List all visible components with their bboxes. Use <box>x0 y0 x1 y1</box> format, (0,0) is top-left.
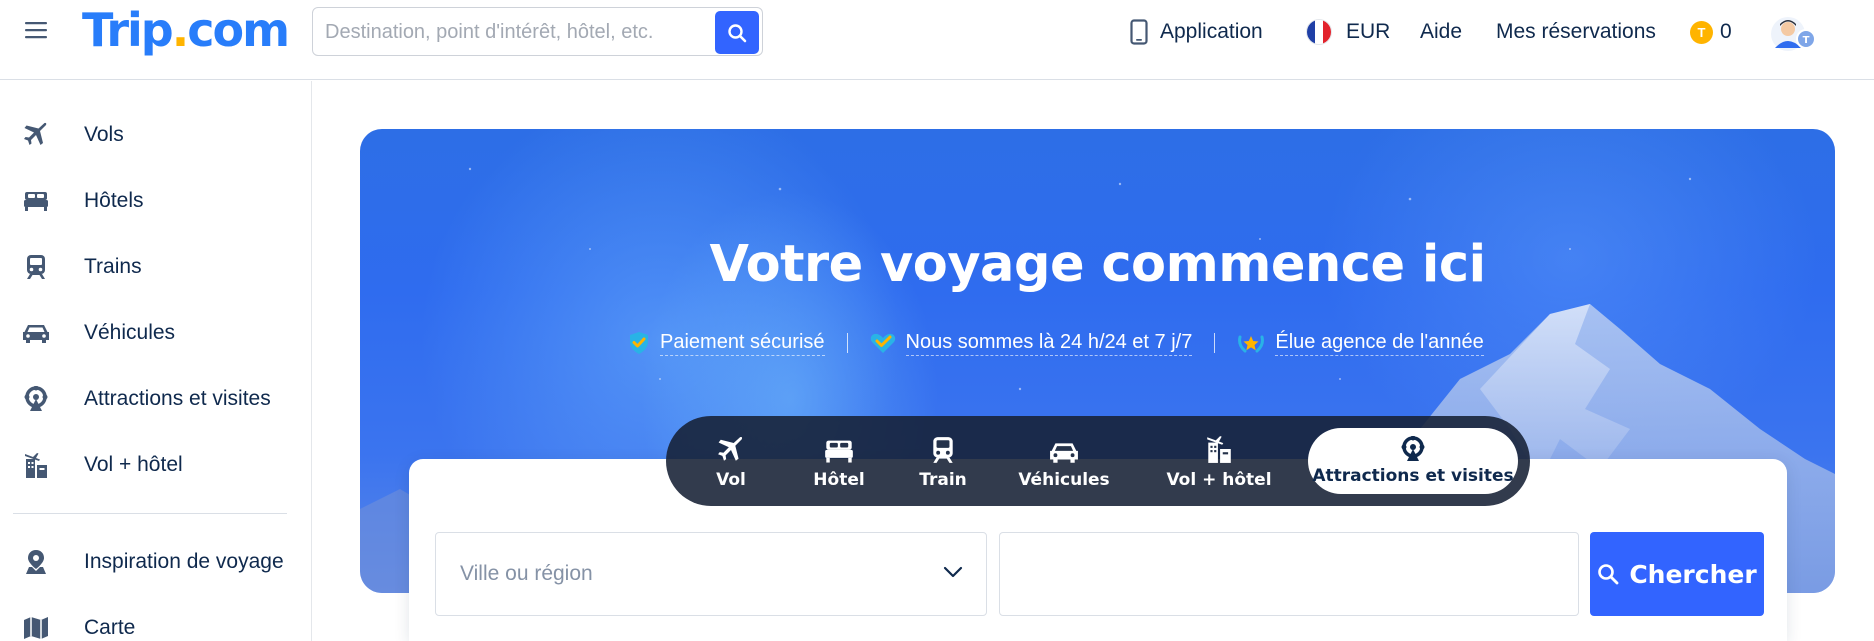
nav-currency-label: EUR <box>1346 20 1391 43</box>
sidebar-item-hotels[interactable]: Hôtels <box>0 181 311 221</box>
global-search-button[interactable] <box>715 11 759 54</box>
sidebar-item-label: Vols <box>84 123 124 146</box>
flight-hotel-icon <box>1205 432 1233 464</box>
france-flag-icon <box>1306 19 1332 45</box>
bed-icon <box>22 188 50 214</box>
feature-secure-payment[interactable]: Paiement sécurisé <box>628 331 825 356</box>
map-icon <box>22 615 50 641</box>
heart-check-icon <box>870 332 896 354</box>
nav-bookings[interactable]: Mes réservations <box>1496 16 1656 48</box>
date-field[interactable] <box>999 532 1579 616</box>
nav-trip-coins[interactable]: T 0 <box>1690 16 1732 48</box>
feature-separator <box>846 333 848 353</box>
bed-icon <box>824 432 854 464</box>
sidebar: Vols Hôtels Trains Véhicules Attractions… <box>0 81 312 641</box>
ferris-wheel-icon <box>1400 436 1426 462</box>
global-search <box>312 7 763 56</box>
sidebar-item-label: Inspiration de voyage <box>84 550 284 573</box>
trip-coin-count: 0 <box>1720 20 1732 43</box>
flight-hotel-icon <box>22 452 50 478</box>
sidebar-item-vols[interactable]: Vols <box>0 115 311 155</box>
feature-label: Élue agence de l'année <box>1275 331 1484 356</box>
sidebar-item-trains[interactable]: Trains <box>0 247 311 287</box>
plane-icon <box>22 122 50 148</box>
feature-label: Paiement sécurisé <box>660 331 825 356</box>
hero-features: Paiement sécurisé Nous sommes là 24 h/24… <box>628 327 1484 359</box>
shield-check-icon <box>628 331 650 355</box>
train-icon <box>22 254 50 280</box>
car-icon <box>1049 432 1079 464</box>
user-avatar[interactable]: T <box>1770 14 1822 54</box>
global-search-input[interactable] <box>325 14 709 50</box>
plane-icon <box>717 432 745 464</box>
nav-application-label: Application <box>1160 20 1263 43</box>
feature-award[interactable]: Élue agence de l'année <box>1237 331 1484 356</box>
tab-vol-hotel[interactable]: Vol + hôtel <box>1144 416 1294 506</box>
trip-coin-icon: T <box>1690 20 1713 44</box>
product-tabs: Vol Hôtel Train Véhicules Vol + hôtel At… <box>666 416 1530 506</box>
feature-support[interactable]: Nous sommes là 24 h/24 et 7 j/7 <box>870 331 1193 356</box>
tab-label: Hôtel <box>813 470 865 490</box>
svg-text:T: T <box>1803 35 1810 46</box>
feature-label: Nous sommes là 24 h/24 et 7 j/7 <box>905 331 1193 356</box>
train-icon <box>931 432 955 464</box>
trip-logo[interactable]: Trip.com <box>82 2 290 58</box>
feature-separator <box>1214 333 1216 353</box>
nav-application[interactable]: Application <box>1130 16 1263 48</box>
map-pin-icon <box>22 549 50 575</box>
sidebar-item-vehicules[interactable]: Véhicules <box>0 313 311 353</box>
search-icon <box>1597 563 1619 585</box>
sidebar-item-label: Trains <box>84 255 142 278</box>
car-icon <box>22 320 50 346</box>
sidebar-item-label: Attractions et visites <box>84 387 271 410</box>
search-submit-label: Chercher <box>1629 559 1757 589</box>
tab-hotel[interactable]: Hôtel <box>792 416 886 506</box>
sidebar-item-label: Véhicules <box>84 321 176 344</box>
sidebar-item-attractions[interactable]: Attractions et visites <box>0 379 311 419</box>
hero-title: Votre voyage commence ici <box>709 235 1486 294</box>
tab-train[interactable]: Train <box>900 416 986 506</box>
top-header: Trip.com Application EUR Aide Mes réserv… <box>0 0 1874 80</box>
nav-help[interactable]: Aide <box>1420 16 1462 48</box>
phone-icon <box>1130 19 1148 45</box>
sidebar-divider <box>13 513 287 514</box>
tab-label: Vol + hôtel <box>1166 470 1272 490</box>
search-submit-button[interactable]: Chercher <box>1590 532 1764 616</box>
search-icon <box>727 23 747 43</box>
award-icon <box>1237 331 1265 355</box>
city-select[interactable]: Ville ou région <box>435 532 987 616</box>
tab-label: Véhicules <box>1018 470 1110 490</box>
sidebar-item-label: Carte <box>84 616 136 639</box>
sidebar-item-label: Hôtels <box>84 189 144 212</box>
nav-currency[interactable]: EUR <box>1306 16 1390 48</box>
chevron-down-icon <box>942 561 964 588</box>
nav-bookings-label: Mes réservations <box>1496 20 1656 43</box>
tab-vol[interactable]: Vol <box>686 416 776 506</box>
hamburger-menu-icon[interactable] <box>24 18 48 42</box>
sidebar-item-inspiration[interactable]: Inspiration de voyage <box>0 542 311 582</box>
ferris-wheel-icon <box>22 386 50 412</box>
sidebar-item-flight-hotel[interactable]: Vol + hôtel <box>0 445 311 485</box>
tab-label: Vol <box>716 470 746 490</box>
tab-label: Attractions et visites <box>1312 466 1514 486</box>
tab-label: Train <box>919 470 967 490</box>
nav-help-label: Aide <box>1420 20 1463 43</box>
tab-attractions[interactable]: Attractions et visites <box>1308 428 1518 494</box>
city-select-placeholder: Ville ou région <box>460 562 593 585</box>
sidebar-item-carte[interactable]: Carte <box>0 608 311 641</box>
tab-vehicules[interactable]: Véhicules <box>996 416 1132 506</box>
sidebar-item-label: Vol + hôtel <box>84 453 183 476</box>
